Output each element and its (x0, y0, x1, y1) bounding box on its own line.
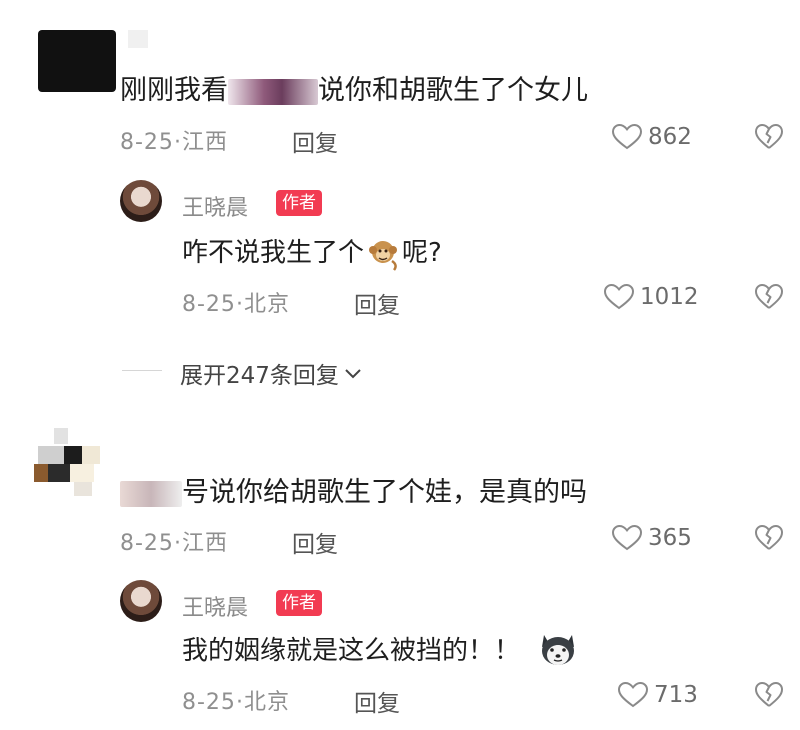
reply-meta: 8-25·北京 (182, 690, 290, 715)
husky-emoji-icon (538, 631, 578, 667)
author-username[interactable]: 王晓晨 (182, 190, 248, 222)
like-count: 365 (648, 525, 692, 551)
broken-heart-icon[interactable] (755, 124, 783, 150)
broken-heart-icon[interactable] (755, 284, 783, 310)
author-badge: 作者 (276, 190, 322, 216)
reply-meta: 8-25·北京 (182, 292, 290, 317)
reply-button[interactable]: 回复 (292, 525, 338, 559)
reply-button[interactable]: 回复 (354, 684, 400, 718)
divider (122, 370, 162, 371)
broken-heart-icon[interactable] (755, 682, 783, 708)
author-username[interactable]: 王晓晨 (182, 590, 248, 622)
broken-heart-icon[interactable] (755, 525, 783, 551)
heart-outline-icon[interactable] (618, 682, 648, 708)
avatar-decoration (128, 30, 148, 48)
heart-outline-icon[interactable] (604, 284, 634, 310)
comment-meta: 8-25·江西 (120, 531, 228, 556)
avatar[interactable] (38, 30, 116, 92)
comment-meta: 8-25·江西 (120, 130, 228, 155)
reply-text: 咋不说我生了个 呢? (182, 232, 442, 271)
chevron-down-icon (343, 366, 363, 380)
author-avatar[interactable] (120, 580, 162, 622)
expand-replies-button[interactable]: 展开247条回复 (180, 356, 363, 390)
like-count: 862 (648, 124, 692, 150)
author-avatar[interactable] (120, 180, 162, 222)
avatar[interactable] (34, 428, 106, 500)
reply-button[interactable]: 回复 (354, 286, 400, 320)
comment-text: 号说你给胡歌生了个娃，是真的吗 (120, 470, 587, 509)
comment-text-start: 刚刚我看 (120, 75, 228, 106)
comment-text-end: 说你和胡歌生了个女儿 (318, 75, 588, 106)
author-badge: 作者 (276, 590, 322, 616)
like-count: 713 (654, 682, 698, 708)
like-count: 1012 (640, 284, 699, 310)
heart-outline-icon[interactable] (612, 525, 642, 551)
censored-region (120, 480, 182, 507)
reply-text: 我的姻缘就是这么被挡的！！ (182, 630, 578, 667)
comment-text: 刚刚我看 说你和胡歌生了个女儿 (120, 68, 588, 107)
heart-outline-icon[interactable] (612, 124, 642, 150)
reply-button[interactable]: 回复 (292, 124, 338, 158)
monkey-emoji-icon (366, 237, 400, 271)
censored-region (228, 78, 318, 105)
